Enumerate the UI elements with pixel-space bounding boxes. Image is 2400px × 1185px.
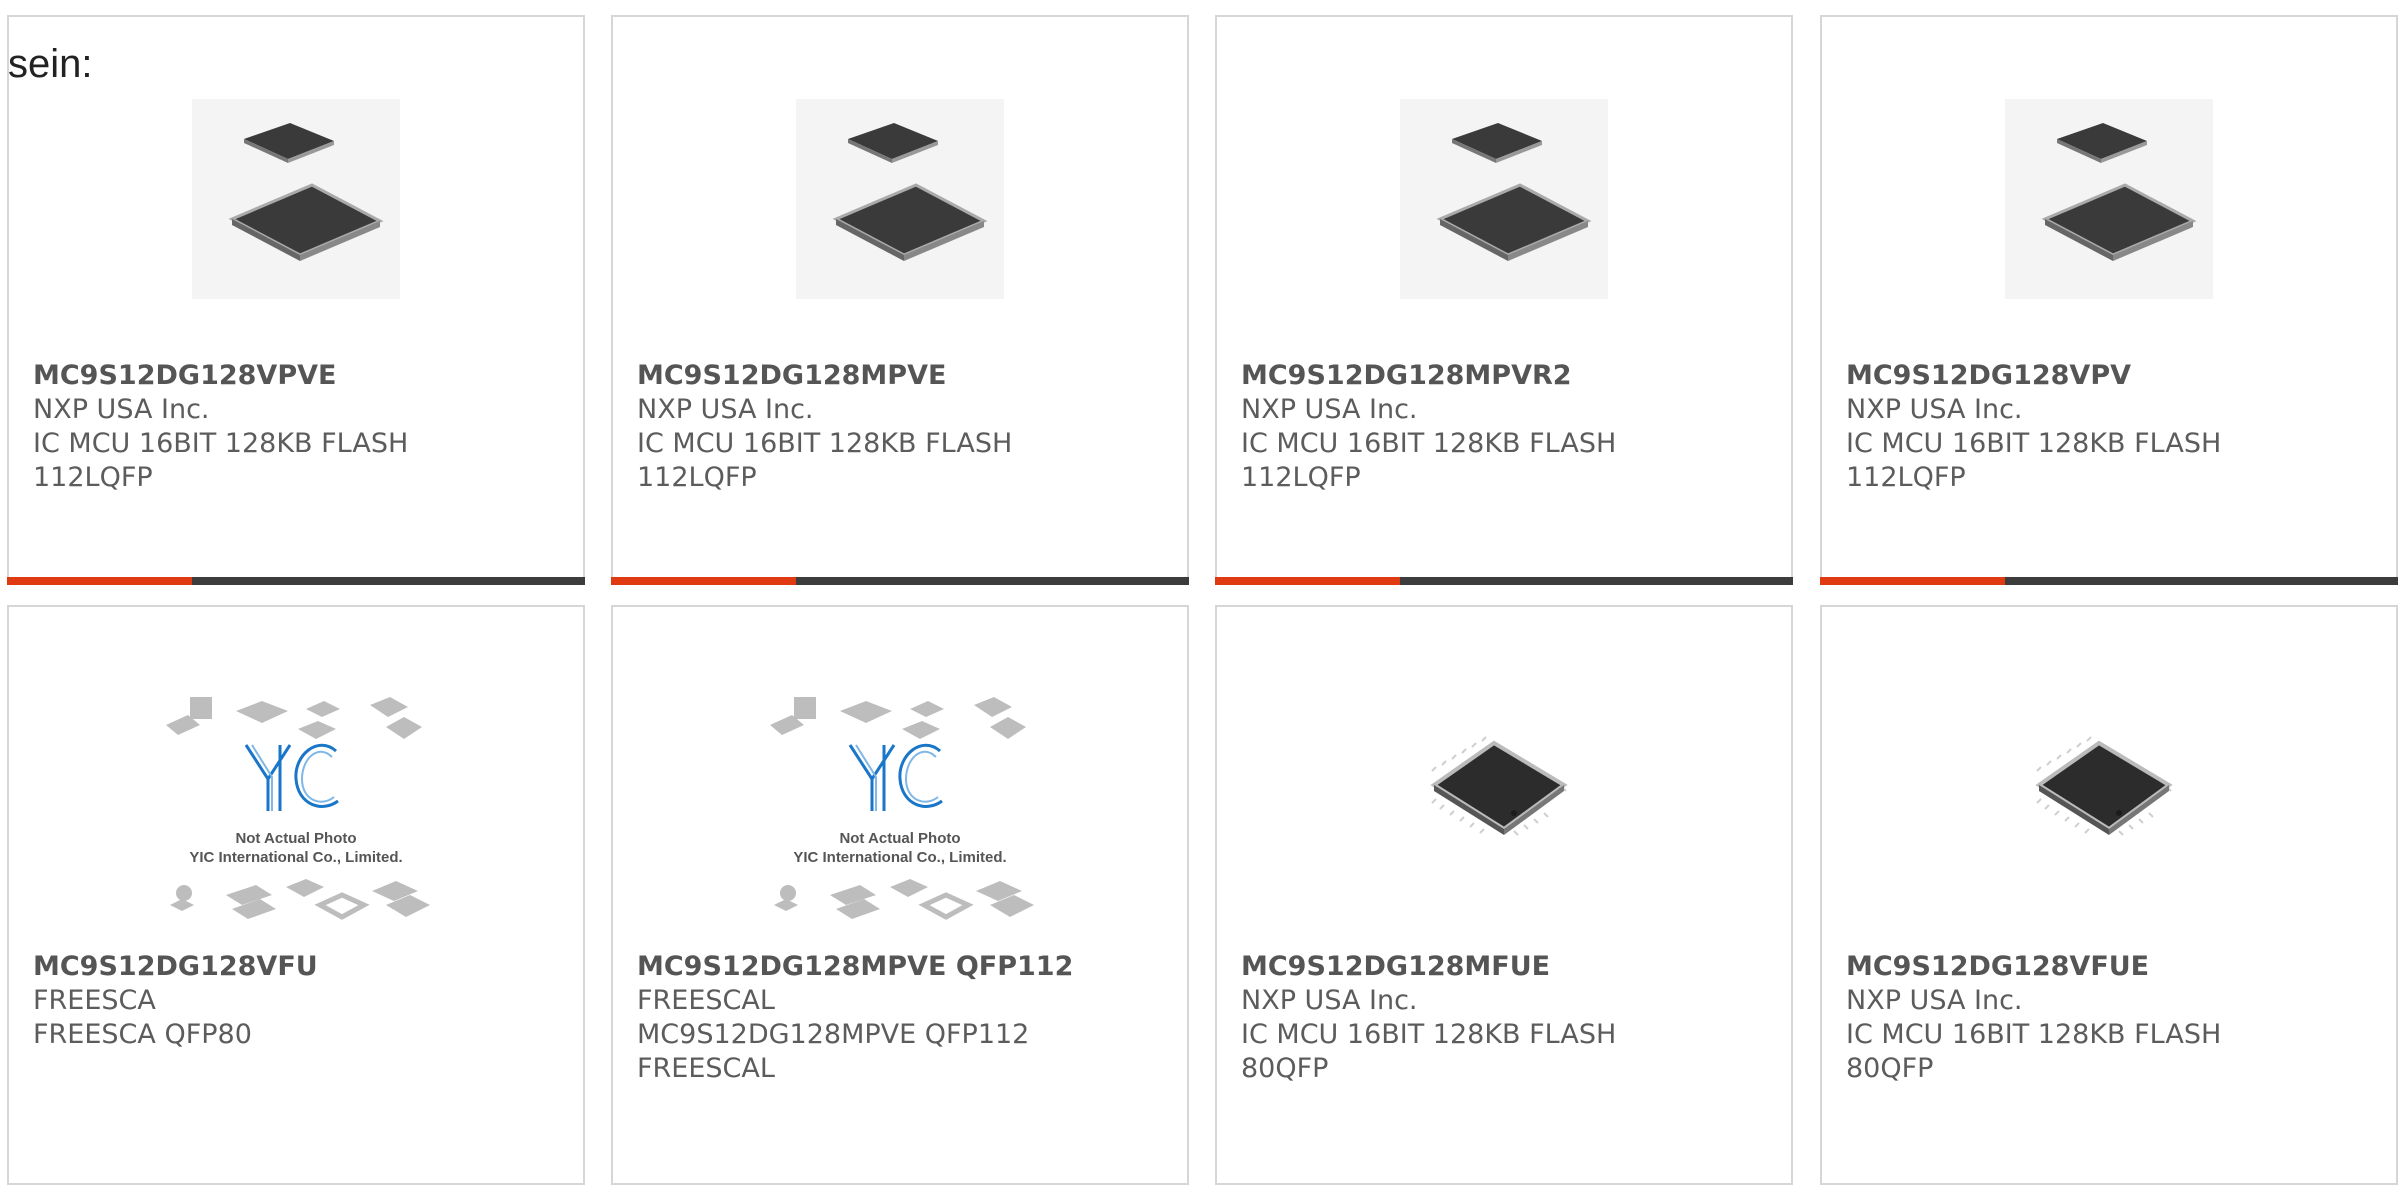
chip-image[interactable]	[1969, 695, 2249, 935]
section-heading: sein:	[8, 42, 93, 86]
accent-bar	[7, 577, 192, 585]
placeholder-line2: YIC International Co., Limited.	[189, 849, 402, 866]
description: IC MCU 16BIT 128KB FLASH	[637, 428, 1013, 459]
description: IC MCU 16BIT 128KB FLASH	[33, 428, 409, 459]
accent-bar	[1215, 577, 1400, 585]
card-bottom-bar	[1820, 577, 2398, 585]
placeholder-line1: Not Actual Photo	[235, 830, 356, 847]
chip-image[interactable]	[2005, 99, 2213, 299]
package: 112LQFP	[33, 462, 153, 493]
placeholder-image[interactable]: Not Actual Photo YIC International Co., …	[760, 695, 1040, 935]
package: 112LQFP	[637, 462, 757, 493]
accent-bar	[1820, 577, 2005, 585]
product-info: MC9S12DG128MFUE NXP USA Inc. IC MCU 16BI…	[1241, 950, 1771, 1086]
manufacturer: NXP USA Inc.	[1846, 985, 2023, 1016]
description: IC MCU 16BIT 128KB FLASH	[1241, 428, 1617, 459]
card-bottom-bar	[1215, 577, 1793, 585]
manufacturer: NXP USA Inc.	[637, 394, 814, 425]
product-card[interactable]: MC9S12DG128MFUE NXP USA Inc. IC MCU 16BI…	[1215, 605, 1793, 1185]
product-card[interactable]: Not Actual Photo YIC International Co., …	[7, 605, 585, 1185]
part-number[interactable]: MC9S12DG128VPVE	[33, 359, 563, 393]
product-info: MC9S12DG128VPVE NXP USA Inc. IC MCU 16BI…	[33, 359, 563, 495]
part-number[interactable]: MC9S12DG128VPV	[1846, 359, 2376, 393]
card-bottom-bar	[611, 577, 1189, 585]
product-card[interactable]: MC9S12DG128MPVR2 NXP USA Inc. IC MCU 16B…	[1215, 15, 1793, 585]
chip-image[interactable]	[192, 99, 400, 299]
product-info: MC9S12DG128MPVR2 NXP USA Inc. IC MCU 16B…	[1241, 359, 1771, 495]
part-number[interactable]: MC9S12DG128MPVR2	[1241, 359, 1771, 393]
product-card[interactable]: MC9S12DG128VFUE NXP USA Inc. IC MCU 16BI…	[1820, 605, 2398, 1185]
description: MC9S12DG128MPVE QFP112	[637, 1019, 1030, 1050]
card-bottom-bar	[7, 577, 585, 585]
description: IC MCU 16BIT 128KB FLASH	[1241, 1019, 1617, 1050]
manufacturer: NXP USA Inc.	[1241, 394, 1418, 425]
manufacturer: FREESCAL	[637, 985, 775, 1016]
product-card[interactable]: MC9S12DG128VPV NXP USA Inc. IC MCU 16BIT…	[1820, 15, 2398, 585]
product-info: MC9S12DG128VFUE NXP USA Inc. IC MCU 16BI…	[1846, 950, 2376, 1086]
manufacturer: NXP USA Inc.	[33, 394, 210, 425]
package: 80QFP	[1846, 1053, 1934, 1084]
chip-image[interactable]	[1364, 695, 1644, 935]
description: FREESCA QFP80	[33, 1019, 252, 1050]
part-number[interactable]: MC9S12DG128MPVE	[637, 359, 1167, 393]
placeholder-image[interactable]: Not Actual Photo YIC International Co., …	[156, 695, 436, 935]
manufacturer: NXP USA Inc.	[1241, 985, 1418, 1016]
product-info: MC9S12DG128MPVE NXP USA Inc. IC MCU 16BI…	[637, 359, 1167, 495]
placeholder-line1: Not Actual Photo	[839, 830, 960, 847]
part-number[interactable]: MC9S12DG128MPVE QFP112	[637, 950, 1167, 984]
part-number[interactable]: MC9S12DG128VFUE	[1846, 950, 2376, 984]
package: FREESCAL	[637, 1053, 775, 1084]
package: 80QFP	[1241, 1053, 1329, 1084]
chip-image[interactable]	[1400, 99, 1608, 299]
part-number[interactable]: MC9S12DG128MFUE	[1241, 950, 1771, 984]
package: 112LQFP	[1241, 462, 1361, 493]
part-number[interactable]: MC9S12DG128VFU	[33, 950, 563, 984]
chip-image[interactable]	[796, 99, 1004, 299]
product-info: MC9S12DG128MPVE QFP112 FREESCAL MC9S12DG…	[637, 950, 1167, 1086]
description: IC MCU 16BIT 128KB FLASH	[1846, 1019, 2222, 1050]
placeholder-line2: YIC International Co., Limited.	[793, 849, 1006, 866]
manufacturer: NXP USA Inc.	[1846, 394, 2023, 425]
product-card[interactable]: MC9S12DG128MPVE NXP USA Inc. IC MCU 16BI…	[611, 15, 1189, 585]
product-card[interactable]: Not Actual Photo YIC International Co., …	[611, 605, 1189, 1185]
description: IC MCU 16BIT 128KB FLASH	[1846, 428, 2222, 459]
product-card[interactable]: MC9S12DG128VPVE NXP USA Inc. IC MCU 16BI…	[7, 15, 585, 585]
product-info: MC9S12DG128VPV NXP USA Inc. IC MCU 16BIT…	[1846, 359, 2376, 495]
package: 112LQFP	[1846, 462, 1966, 493]
manufacturer: FREESCA	[33, 985, 156, 1016]
accent-bar	[611, 577, 796, 585]
product-info: MC9S12DG128VFU FREESCA FREESCA QFP80	[33, 950, 563, 1052]
